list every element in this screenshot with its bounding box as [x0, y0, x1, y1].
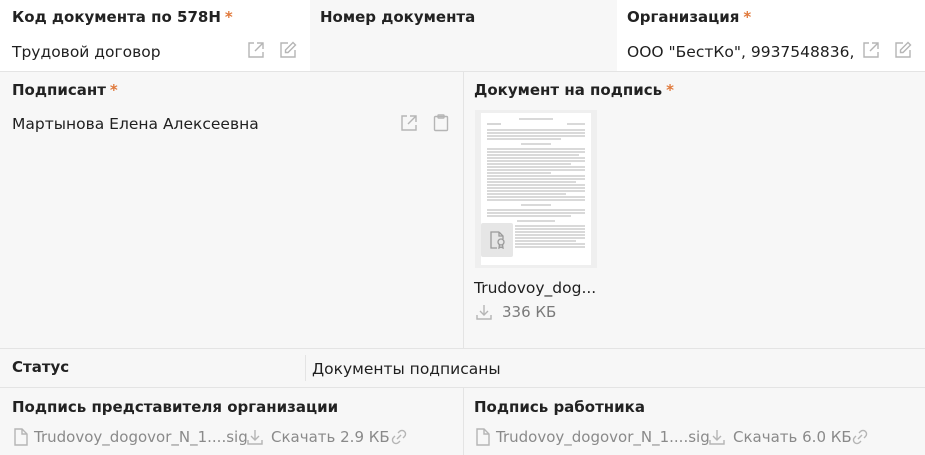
field-signer-label: Подписант *: [12, 81, 118, 99]
link-icon[interactable]: [389, 427, 409, 447]
org-signature-download[interactable]: Скачать 2.9 КБ: [245, 427, 390, 447]
divider: [305, 355, 306, 381]
external-link-icon[interactable]: [861, 40, 881, 60]
clipboard-icon[interactable]: [431, 113, 451, 133]
required-marker: *: [224, 8, 233, 26]
document-file-name[interactable]: Trudovoy_dog...: [474, 279, 596, 297]
field-status: Статус Документы подписаны: [0, 349, 925, 387]
org-signature-file[interactable]: Trudovoy_dogovor_N_1....sig: [12, 427, 248, 447]
org-signature-download-label: Скачать 2.9 КБ: [271, 428, 390, 446]
field-document: Документ на подпись * Trudovoy_dog... 33…: [464, 72, 925, 348]
certificate-icon: [487, 230, 507, 250]
field-doc-number-label: Номер документа: [320, 8, 476, 26]
field-document-label: Документ на подпись *: [474, 81, 674, 99]
external-link-icon[interactable]: [246, 40, 266, 60]
field-worker-signature-label: Подпись работника: [474, 398, 645, 416]
edit-icon[interactable]: [893, 40, 913, 60]
field-org-signature-label: Подпись представителя организации: [12, 398, 339, 416]
field-status-value: Документы подписаны: [312, 360, 501, 378]
field-doc-number[interactable]: Номер документа: [310, 0, 617, 71]
worker-signature-download-label: Скачать 6.0 КБ: [733, 428, 852, 446]
field-status-label: Статус: [12, 358, 70, 376]
document-download-link[interactable]: 336 КБ: [474, 302, 556, 322]
link-icon[interactable]: [850, 427, 870, 447]
field-organization-label: Организация *: [627, 8, 752, 26]
external-link-icon[interactable]: [399, 113, 419, 133]
required-marker: *: [666, 81, 674, 99]
field-organization-value: ООО "БестКо", 9937548836,: [627, 43, 855, 61]
download-icon: [709, 430, 725, 445]
download-icon: [476, 305, 492, 320]
required-marker: *: [743, 8, 752, 26]
field-signer-value: Мартынова Елена Алексеевна: [12, 115, 259, 133]
file-icon: [14, 428, 28, 446]
certificate-icon-box: [481, 223, 513, 257]
field-worker-signature: Подпись работника Trudovoy_dogovor_N_1..…: [464, 388, 925, 455]
field-organization: Организация * ООО "БестКо", 9937548836,: [617, 0, 925, 71]
document-file-size: 336 КБ: [502, 303, 557, 321]
org-signature-file-name: Trudovoy_dogovor_N_1....sig: [34, 428, 248, 446]
field-doc-code-value: Трудовой договор: [12, 43, 161, 61]
field-doc-code-label: Код документа по 578Н *: [12, 8, 233, 26]
worker-signature-download[interactable]: Скачать 6.0 КБ: [707, 427, 852, 447]
document-thumbnail[interactable]: [475, 110, 597, 268]
worker-signature-file[interactable]: Trudovoy_dogovor_N_1....sig: [474, 427, 710, 447]
field-doc-code: Код документа по 578Н * Трудовой договор: [0, 0, 310, 71]
file-icon: [476, 428, 490, 446]
download-icon: [247, 430, 263, 445]
field-org-signature: Подпись представителя организации Trudov…: [0, 388, 463, 455]
field-signer: Подписант * Мартынова Елена Алексеевна: [0, 72, 463, 348]
worker-signature-file-name: Trudovoy_dogovor_N_1....sig: [496, 428, 710, 446]
edit-icon[interactable]: [278, 40, 298, 60]
required-marker: *: [109, 81, 118, 99]
